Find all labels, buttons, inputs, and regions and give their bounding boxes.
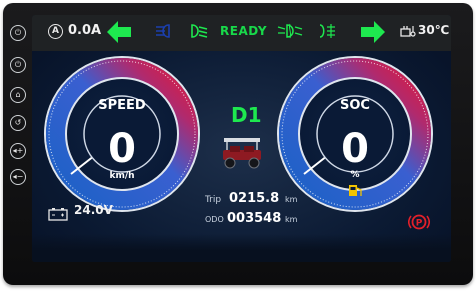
svg-text:P: P [416, 219, 423, 229]
trip-label: Trip [205, 195, 222, 205]
gear-indicator: D1 [231, 103, 262, 127]
speed-label: SPEED [98, 98, 146, 113]
ready-indicator: READY [220, 24, 268, 38]
bottom-bar [32, 234, 451, 262]
speed-value: 0 [108, 126, 136, 172]
soc-unit: % [350, 170, 359, 180]
odo-value: 003548 [227, 211, 282, 226]
fog-light-icon [277, 23, 303, 39]
soc-gauge: SOC 0 % [277, 56, 433, 212]
motor-temperature: 30℃ [418, 23, 450, 37]
home-icon[interactable]: ⌂ [10, 87, 26, 103]
soc-value: 0 [341, 126, 369, 172]
battery-voltage: 24.0V [74, 203, 113, 217]
trip-unit: km [285, 195, 298, 204]
status-bar-shadow [32, 45, 451, 51]
power-icon[interactable]: ⏻ [10, 25, 26, 41]
trip-value: 0215.8 [229, 191, 280, 206]
low-beam-icon [191, 24, 208, 38]
dashboard-screen: A 0.0A READY 30℃ SPEED 0 km/h SOC 0 % D1… [32, 15, 451, 262]
speed-unit: km/h [109, 171, 134, 181]
battery-icon [48, 208, 68, 221]
odo-label: ODO [205, 215, 224, 224]
parking-light-icon [319, 24, 335, 38]
volume-up-icon[interactable]: ◂+ [10, 143, 26, 159]
soc-label: SOC [340, 98, 370, 113]
back-icon[interactable]: ↺ [10, 115, 26, 131]
motor-temp-icon [400, 26, 416, 37]
golf-cart-icon [223, 138, 261, 169]
left-turn-icon [107, 21, 131, 43]
power-icon[interactable]: ⏻ [10, 57, 26, 73]
right-turn-icon [361, 21, 385, 43]
ammeter-icon: A [48, 24, 63, 39]
odo-unit: km [285, 215, 298, 224]
current-reading: 0.0A [68, 23, 102, 38]
speed-gauge: SPEED 0 km/h [44, 56, 200, 212]
parking-brake-icon: P [408, 214, 430, 230]
high-beam-icon [156, 24, 170, 38]
volume-down-icon[interactable]: ◂− [10, 169, 26, 185]
